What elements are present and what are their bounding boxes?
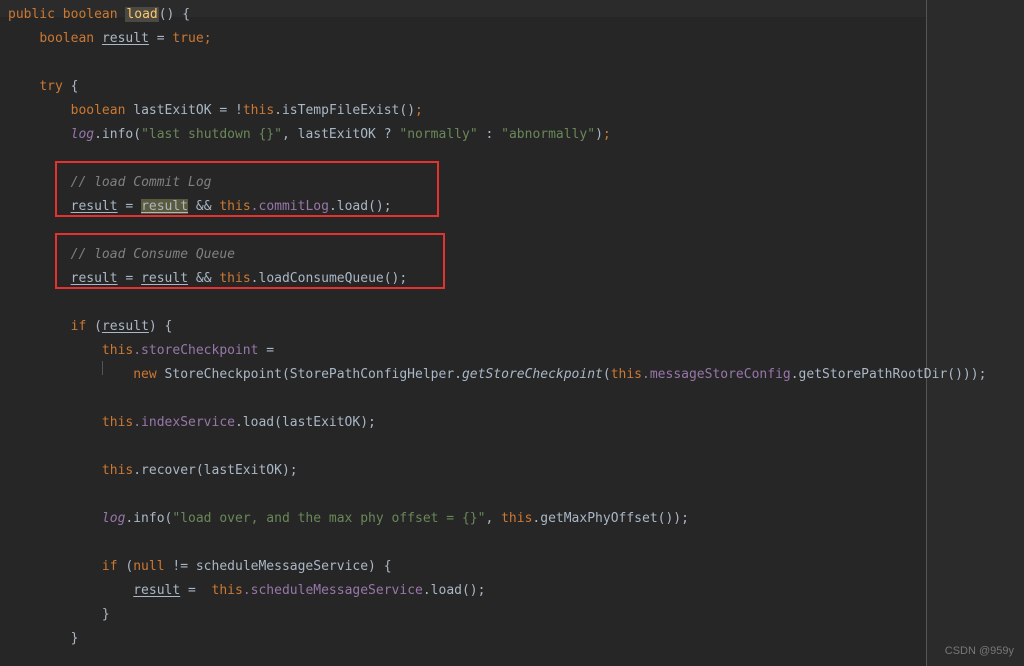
code-line: this.storeCheckpoint = xyxy=(8,339,918,363)
code-line: boolean result = true; xyxy=(8,27,918,51)
code-line xyxy=(8,435,918,459)
code-line: result = result && this.commitLog.load()… xyxy=(8,195,918,219)
code-line: // load Consume Queue xyxy=(8,243,918,267)
code-line: new StoreCheckpoint(StorePathConfigHelpe… xyxy=(8,363,918,387)
watermark: CSDN @959y xyxy=(945,641,1014,661)
code-line: public boolean load() { xyxy=(8,3,918,27)
code-line: if (null != scheduleMessageService) { xyxy=(8,555,918,579)
code-line: result = this.scheduleMessageService.loa… xyxy=(8,579,918,603)
code-line xyxy=(8,51,918,75)
code-line xyxy=(8,483,918,507)
code-editor[interactable]: public boolean load() { boolean result =… xyxy=(0,0,927,666)
code-line: boolean lastExitOK = !this.isTempFileExi… xyxy=(8,99,918,123)
code-content: public boolean load() { boolean result =… xyxy=(8,3,918,651)
code-line: try { xyxy=(8,75,918,99)
code-line xyxy=(8,291,918,315)
code-line: // load Commit Log xyxy=(8,171,918,195)
code-line xyxy=(8,387,918,411)
code-line: } xyxy=(8,603,918,627)
code-line xyxy=(8,531,918,555)
code-line: } xyxy=(8,627,918,651)
code-line: log.info("load over, and the max phy off… xyxy=(8,507,918,531)
code-line xyxy=(8,219,918,243)
code-line: result = result && this.loadConsumeQueue… xyxy=(8,267,918,291)
code-line: log.info("last shutdown {}", lastExitOK … xyxy=(8,123,918,147)
code-line: this.indexService.load(lastExitOK); xyxy=(8,411,918,435)
code-line: if (result) { xyxy=(8,315,918,339)
code-line xyxy=(8,147,918,171)
code-line: this.recover(lastExitOK); xyxy=(8,459,918,483)
